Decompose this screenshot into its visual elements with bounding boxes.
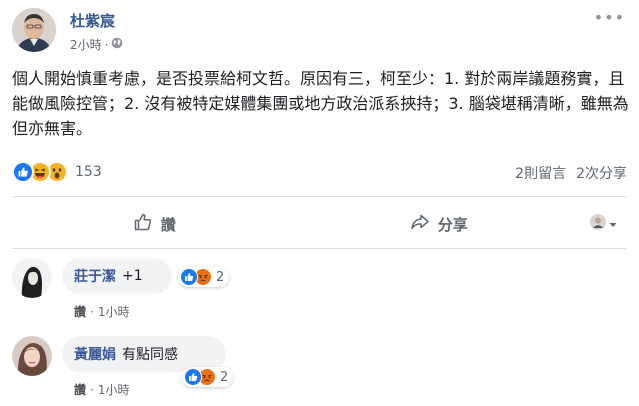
comment-reaction-count: 2 (220, 369, 229, 385)
post-body: 個人開始慎重考慮，是否投票給柯文哲。原因有三，柯至少：1. 對於兩岸議題務實，且… (12, 69, 629, 138)
comment-actions: 讚 · 1小時 (74, 381, 129, 398)
comment-separator: · (90, 382, 94, 397)
meta-separator: · (104, 37, 109, 52)
like-icon (12, 161, 34, 183)
comment-time[interactable]: 1小時 (98, 381, 130, 398)
comment-count[interactable]: 2則留言 (515, 163, 566, 183)
comment-text: 有點同感 (122, 347, 178, 363)
post-time[interactable]: 2小時 (70, 36, 102, 53)
comment-actions: 讚 · 1小時 (74, 303, 129, 320)
comment-text: +1 (122, 268, 143, 284)
comment-reactions[interactable]: 2 (178, 267, 230, 287)
divider-top (12, 196, 627, 197)
commenter-avatar[interactable] (12, 336, 52, 376)
comment-like-button[interactable]: 讚 (74, 381, 86, 398)
post-stats: 2則留言 2次分享 (515, 163, 627, 183)
like-icon (180, 268, 198, 286)
share-arrow-icon (410, 212, 430, 236)
share-count[interactable]: 2次分享 (576, 163, 627, 183)
commenter-name[interactable]: 莊于潔 (74, 266, 116, 286)
commenter-avatar[interactable] (12, 258, 52, 298)
mini-avatar-icon (590, 214, 606, 234)
more-options-icon[interactable]: ••• (594, 8, 625, 27)
reactions-summary[interactable]: 153 (12, 160, 102, 184)
audience-selector[interactable] (581, 214, 627, 234)
post-header: 杜紫宸 2小時 · ••• (12, 6, 627, 56)
share-label: 分享 (437, 215, 468, 234)
comment-bubble: 莊于潔 +1 (62, 258, 172, 294)
comment-separator: · (90, 304, 94, 319)
comment-item: 莊于潔 +1 2 讚 · 1小時 (12, 258, 627, 338)
comment-reaction-count: 2 (216, 269, 225, 285)
thumbs-up-icon (133, 212, 153, 236)
comment-reactions[interactable]: 2 (182, 367, 234, 387)
comment-like-button[interactable]: 讚 (74, 303, 86, 320)
divider-bottom (12, 248, 627, 249)
like-icon (184, 368, 202, 386)
author-avatar[interactable] (12, 8, 56, 52)
post-meta: 2小時 · (70, 36, 123, 53)
like-button[interactable]: 讚 (12, 212, 297, 236)
comment-item: 黃麗娟 有點同感 2 讚 · 1小時 (12, 336, 627, 406)
globe-icon[interactable] (111, 37, 123, 52)
comment-time[interactable]: 1小時 (98, 303, 130, 320)
reaction-count[interactable]: 153 (75, 164, 102, 180)
chevron-down-icon (608, 215, 618, 234)
like-label: 讚 (160, 215, 176, 234)
post-action-bar: 讚 分享 (12, 202, 627, 246)
share-button[interactable]: 分享 (297, 212, 582, 236)
author-name[interactable]: 杜紫宸 (70, 10, 115, 31)
commenter-name[interactable]: 黃麗娟 (74, 344, 116, 364)
